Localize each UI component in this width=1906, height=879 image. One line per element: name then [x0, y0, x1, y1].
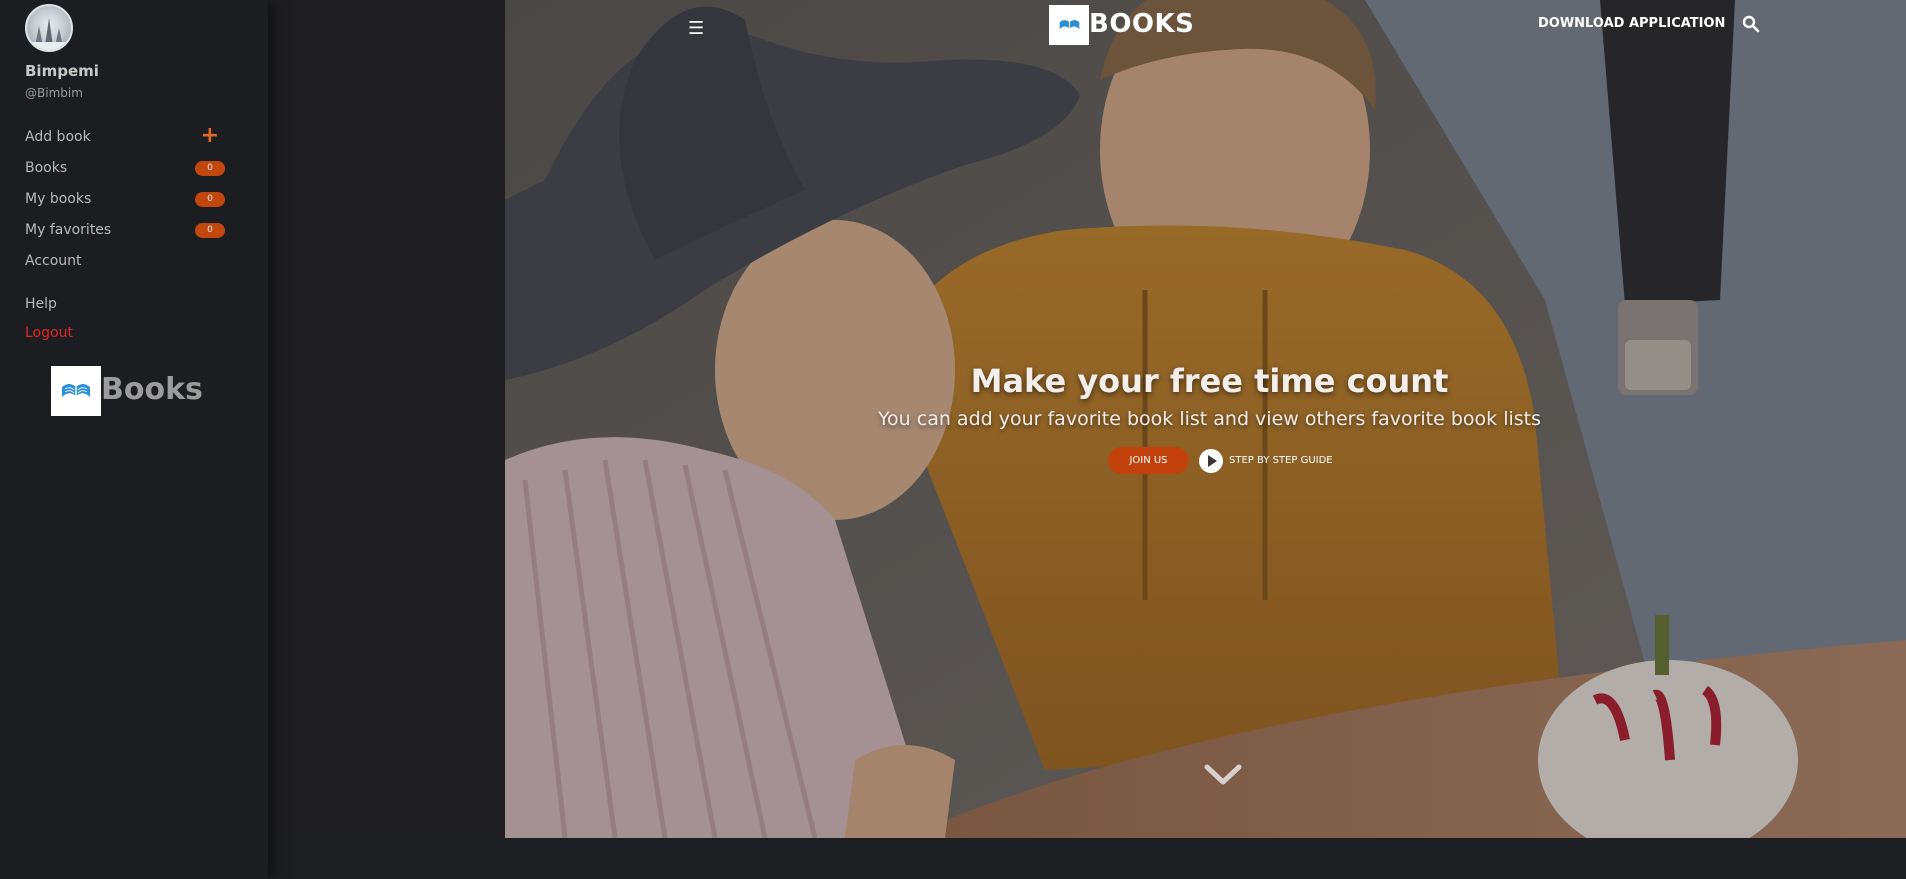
hamburger-icon[interactable]: ☰ [688, 18, 704, 39]
sidebar: Bimpemi @Bimbim Add book + Books 0 My bo… [0, 0, 268, 879]
sidebar-logo-text: Books [101, 372, 203, 407]
user-name: Bimpemi [25, 62, 99, 80]
sidebar-item-account[interactable]: Account [25, 250, 225, 272]
nav-brand[interactable]: BOOKS [1089, 9, 1194, 39]
sidebar-item-help[interactable]: Help [25, 293, 225, 315]
count-badge: 0 [195, 223, 225, 238]
hero-title: Make your free time count [970, 362, 1449, 400]
open-book-icon [1059, 20, 1080, 30]
nav-logo[interactable] [1049, 5, 1089, 45]
count-badge: 0 [195, 161, 225, 176]
download-app-link[interactable]: DOWNLOAD APPLICATION [1538, 16, 1725, 31]
guide-label: STEP BY STEP GUIDE [1229, 455, 1333, 466]
sidebar-item-label: Add book [25, 129, 91, 145]
count-badge: 0 [195, 192, 225, 207]
sidebar-item-books[interactable]: Books 0 [25, 157, 225, 179]
search-icon[interactable] [1742, 15, 1760, 37]
sidebar-item-logout[interactable]: Logout [25, 322, 225, 344]
sidebar-item-add-book[interactable]: Add book + [25, 124, 225, 148]
hero-subtitle: You can add your favorite book list and … [877, 408, 1542, 430]
sidebar-item-label: Logout [25, 325, 73, 341]
user-handle: @Bimbim [25, 86, 83, 100]
chevron-down-icon[interactable] [1204, 763, 1242, 791]
sidebar-item-label: Help [25, 296, 57, 312]
hero-section: ☰ BOOKS DOWNLOAD APPLICATION Make your f… [505, 0, 1906, 838]
sidebar-item-my-books[interactable]: My books 0 [25, 188, 225, 210]
join-us-button[interactable]: JOIN US [1108, 447, 1189, 474]
sidebar-item-label: Books [25, 160, 68, 176]
sidebar-item-label: My favorites [25, 222, 112, 238]
avatar[interactable] [25, 4, 73, 52]
sidebar-item-label: Account [25, 253, 82, 269]
open-book-icon [62, 384, 90, 397]
plus-icon[interactable]: + [201, 124, 219, 148]
sidebar-item-label: My books [25, 191, 92, 207]
snowy-trees-image [27, 18, 71, 50]
page-footer-strip [268, 838, 1906, 879]
play-icon [1199, 449, 1223, 473]
sidebar-item-my-favorites[interactable]: My favorites 0 [25, 219, 225, 241]
sidebar-logo[interactable] [51, 366, 101, 416]
